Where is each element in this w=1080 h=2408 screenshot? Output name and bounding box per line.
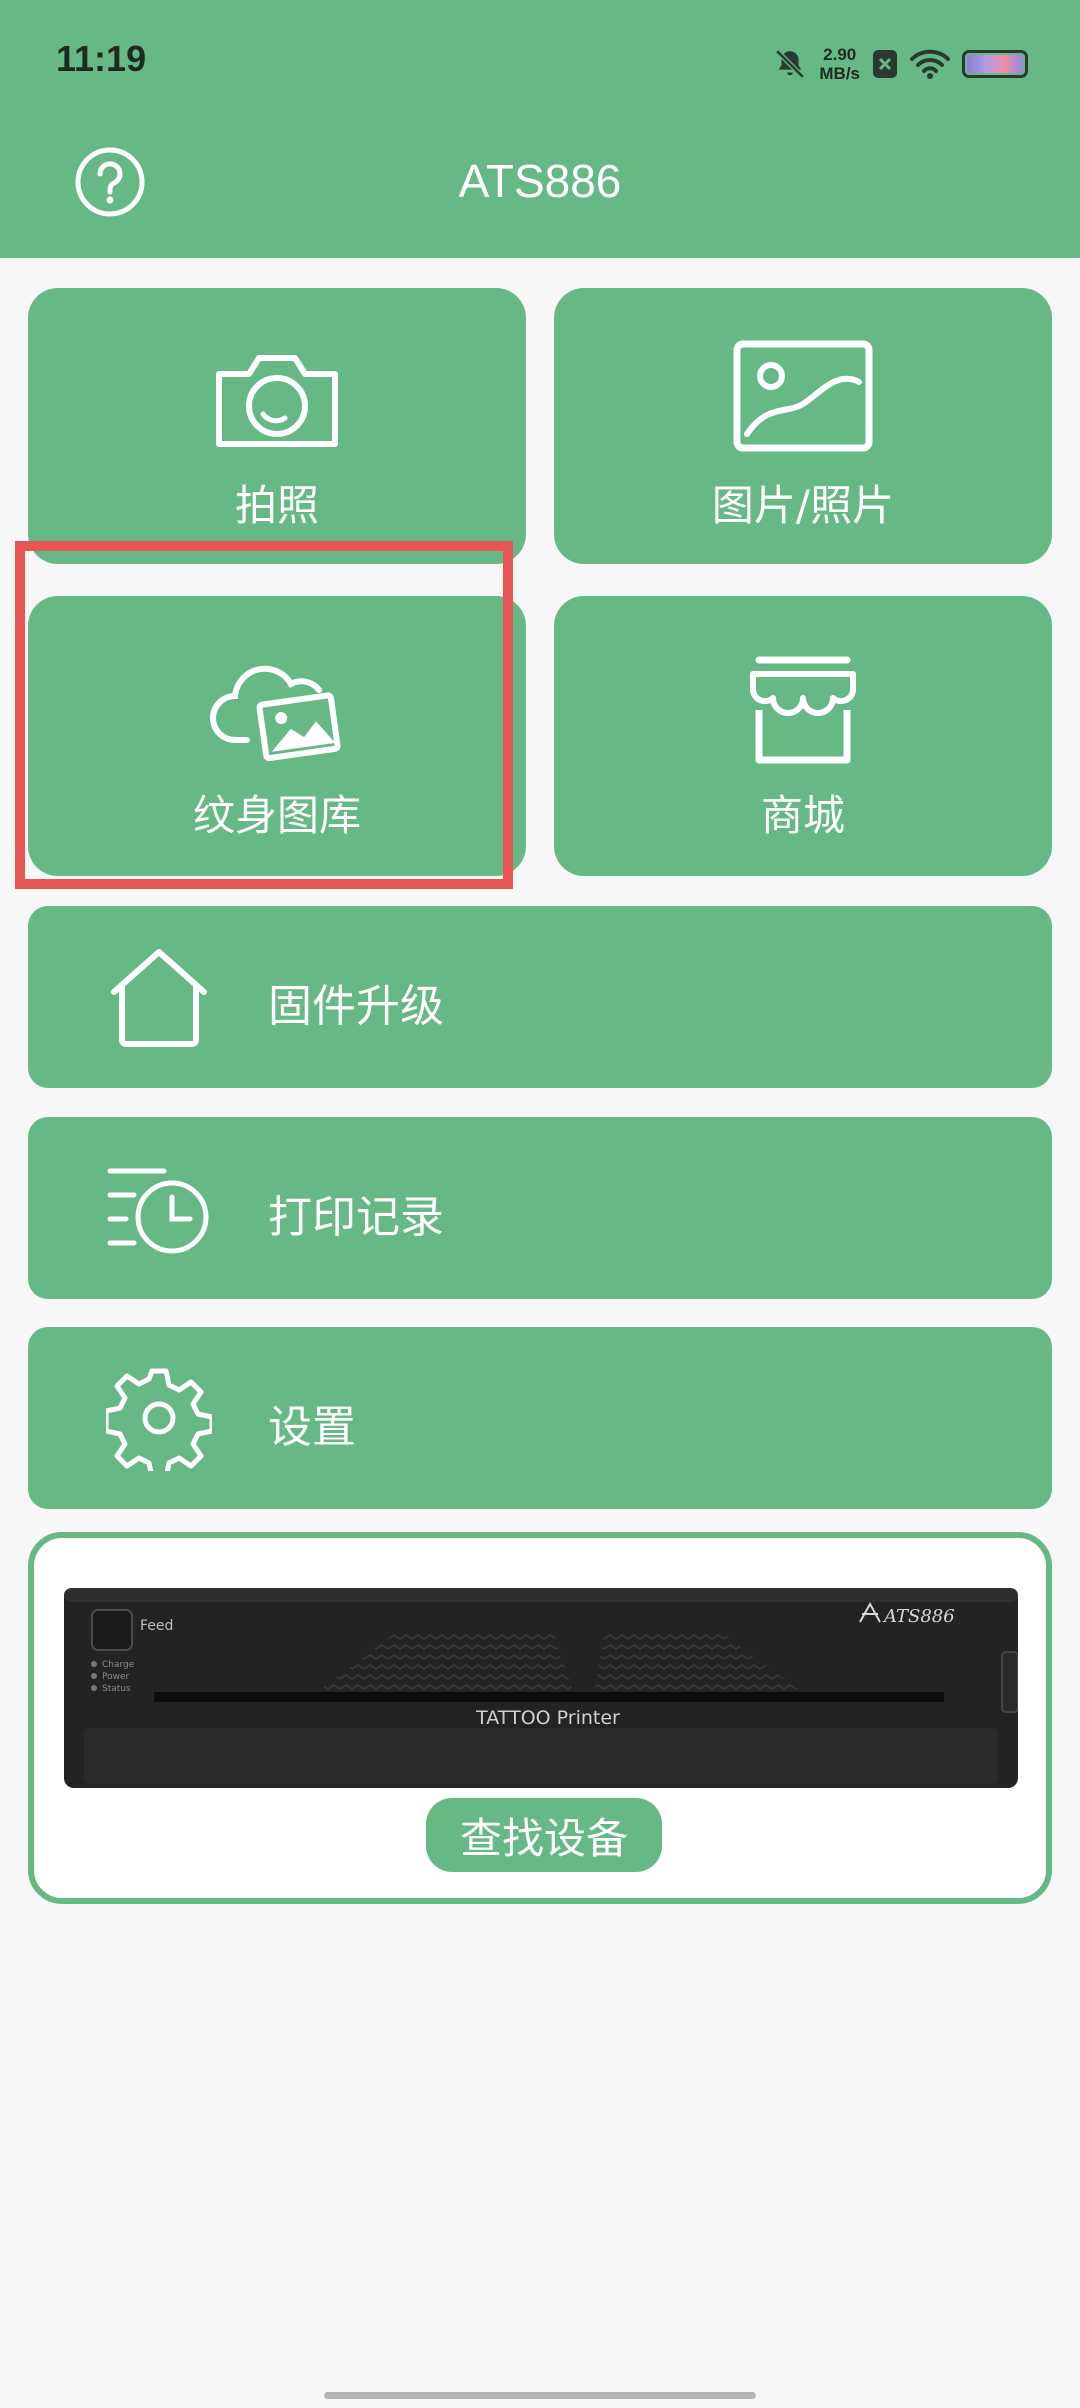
cloud-gallery-icon bbox=[210, 665, 341, 762]
printer-indicator-status: Status bbox=[102, 1684, 131, 1694]
battery-icon bbox=[962, 50, 1028, 78]
print-history-label: 打印记录 bbox=[268, 1192, 444, 1243]
store-label: 商城 bbox=[760, 791, 845, 840]
mute-bell-icon bbox=[775, 49, 805, 79]
find-device-button[interactable]: 查找设备 bbox=[426, 1798, 662, 1872]
printer-brand: ATS886 bbox=[882, 1606, 955, 1627]
network-speed: 2.90 MB/s bbox=[819, 45, 860, 83]
gear-icon bbox=[106, 1368, 212, 1471]
settings-label: 设置 bbox=[268, 1402, 356, 1453]
status-icons: 2.90 MB/s bbox=[773, 42, 1028, 86]
house-icon bbox=[111, 949, 207, 1047]
status-time: 11:19 bbox=[56, 38, 147, 79]
printer-image: Feed Charge Power Status ATS886 TATTOO P… bbox=[64, 1588, 1018, 1788]
store-icon bbox=[750, 656, 856, 764]
home-indicator[interactable] bbox=[324, 2392, 756, 2399]
app-title: ATS886 bbox=[458, 155, 622, 207]
tattoo-gallery-tile[interactable]: 纹身图库 bbox=[28, 596, 526, 876]
take-photo-tile[interactable]: 拍照 bbox=[28, 288, 526, 564]
image-icon bbox=[733, 340, 873, 452]
camera-icon bbox=[216, 355, 338, 447]
print-history-row[interactable]: 打印记录 bbox=[28, 1117, 1052, 1299]
printer-model: TATTOO Printer bbox=[475, 1707, 620, 1729]
firmware-upgrade-row[interactable]: 固件升级 bbox=[28, 906, 1052, 1088]
settings-row[interactable]: 设置 bbox=[28, 1327, 1052, 1509]
pictures-tile[interactable]: 图片/照片 bbox=[554, 288, 1052, 564]
network-speed-value: 2.90 bbox=[823, 45, 857, 64]
printer-feed-label: Feed bbox=[140, 1618, 173, 1634]
printer-indicator-charge: Charge bbox=[102, 1660, 135, 1670]
device-card: Feed Charge Power Status ATS886 TATTOO P… bbox=[28, 1532, 1052, 1904]
notification-x-icon bbox=[873, 50, 897, 78]
wifi-icon bbox=[910, 49, 950, 79]
app-header: 11:19 2.90 MB/s ATS886 bbox=[0, 0, 1080, 258]
store-tile[interactable]: 商城 bbox=[554, 596, 1052, 876]
firmware-upgrade-label: 固件升级 bbox=[268, 981, 444, 1032]
pictures-label: 图片/照片 bbox=[711, 481, 895, 530]
history-clock-icon bbox=[107, 1168, 209, 1254]
take-photo-label: 拍照 bbox=[234, 481, 319, 530]
network-speed-unit: MB/s bbox=[819, 64, 860, 83]
tattoo-gallery-label: 纹身图库 bbox=[192, 791, 361, 840]
printer-indicator-power: Power bbox=[102, 1672, 130, 1682]
